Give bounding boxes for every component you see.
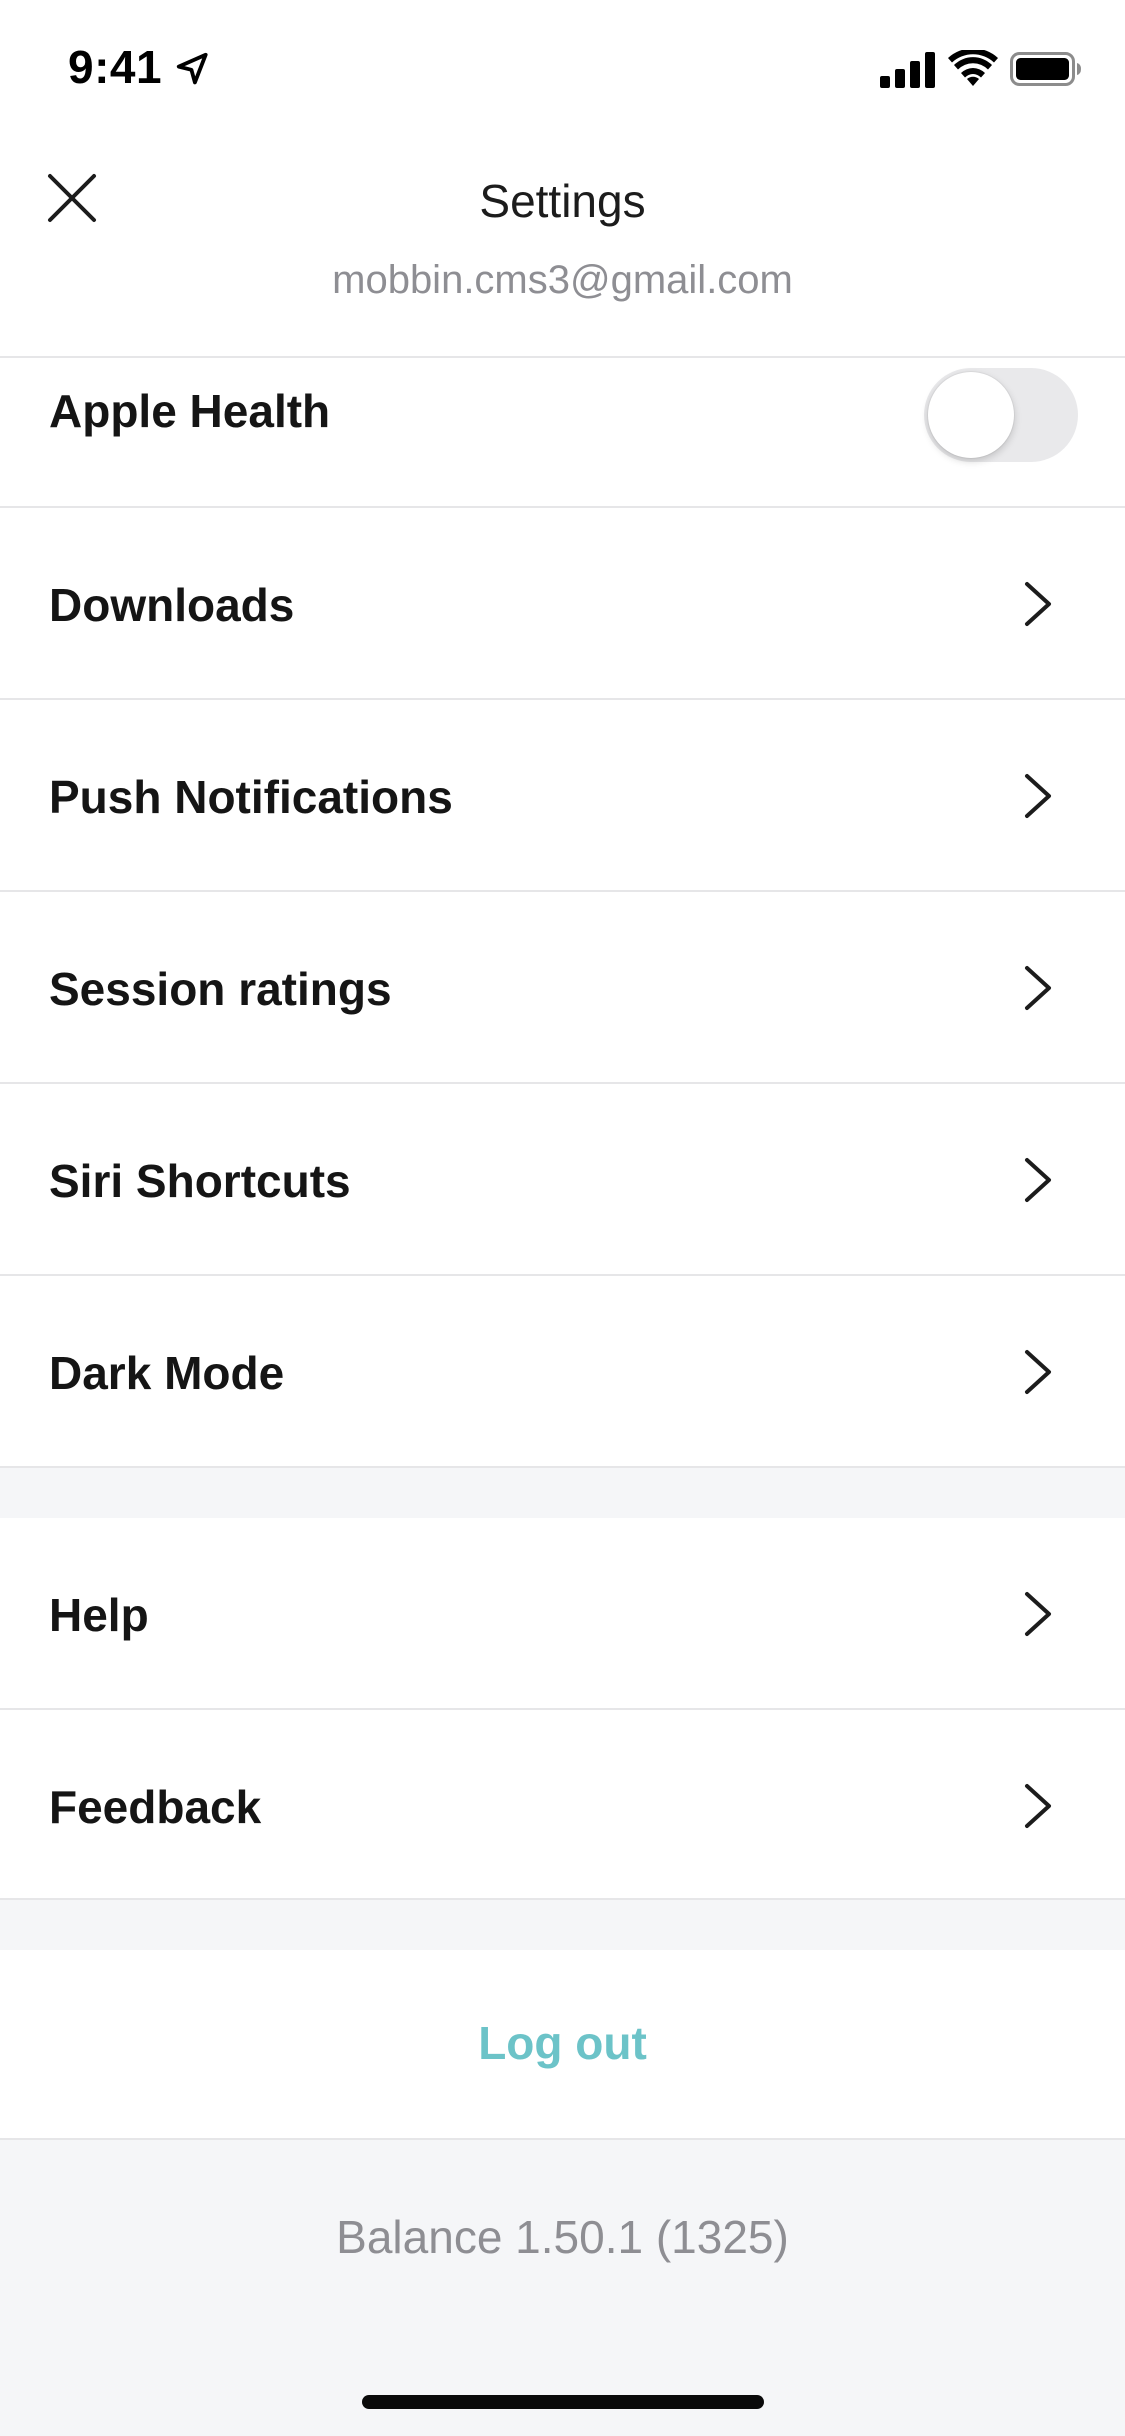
app-version: Balance 1.50.1 (1325)	[336, 2211, 789, 2263]
settings-item-label: Siri Shortcuts	[49, 1155, 351, 1207]
settings-item-help[interactable]: Help	[0, 1518, 1125, 1710]
home-indicator[interactable]	[362, 2395, 764, 2409]
apple-health-toggle[interactable]	[924, 368, 1078, 462]
settings-item-label: Dark Mode	[49, 1347, 285, 1399]
settings-header: Settings mobbin.cms3@gmail.com	[0, 132, 1125, 358]
settings-item-downloads[interactable]: Downloads	[0, 508, 1125, 700]
settings-item-label: Downloads	[49, 579, 295, 631]
wifi-icon	[948, 50, 998, 86]
page-title: Settings	[479, 175, 646, 227]
chevron-right-icon	[1025, 1158, 1051, 1202]
settings-item-siri-shortcuts[interactable]: Siri Shortcuts	[0, 1084, 1125, 1276]
settings-item-feedback[interactable]: Feedback	[0, 1710, 1125, 1900]
toggle-knob	[928, 372, 1014, 458]
chevron-right-icon	[1025, 1350, 1051, 1394]
section-divider	[0, 1468, 1125, 1518]
section-divider	[0, 1900, 1125, 1950]
chevron-right-icon	[1025, 774, 1051, 818]
logout-row: Log out	[0, 1950, 1125, 2140]
chevron-right-icon	[1025, 966, 1051, 1010]
settings-item-session-ratings[interactable]: Session ratings	[0, 892, 1125, 1084]
logout-button[interactable]: Log out	[0, 2016, 1125, 2070]
cellular-signal-icon	[880, 52, 935, 88]
settings-item-dark-mode[interactable]: Dark Mode	[0, 1276, 1125, 1468]
chevron-right-icon	[1025, 1784, 1051, 1828]
status-time: 9:41	[68, 41, 163, 93]
location-arrow-icon	[176, 52, 208, 85]
settings-screen: 9:41 Settings mobbin.cms3@gmail.com Appl…	[0, 0, 1125, 2436]
account-email: mobbin.cms3@gmail.com	[332, 258, 793, 302]
chevron-right-icon	[1025, 1592, 1051, 1636]
settings-item-label: Push Notifications	[49, 771, 453, 823]
settings-item-label: Help	[49, 1589, 149, 1641]
battery-icon	[1010, 52, 1081, 86]
settings-item-label: Session ratings	[49, 963, 392, 1015]
settings-item-label: Feedback	[49, 1781, 262, 1833]
apple-health-label: Apple Health	[49, 385, 331, 437]
footer: Balance 1.50.1 (1325)	[0, 2140, 1125, 2436]
apple-health-row: Apple Health	[0, 358, 1125, 508]
settings-item-push-notifications[interactable]: Push Notifications	[0, 700, 1125, 892]
chevron-right-icon	[1025, 582, 1051, 626]
status-bar: 9:41	[0, 0, 1125, 132]
